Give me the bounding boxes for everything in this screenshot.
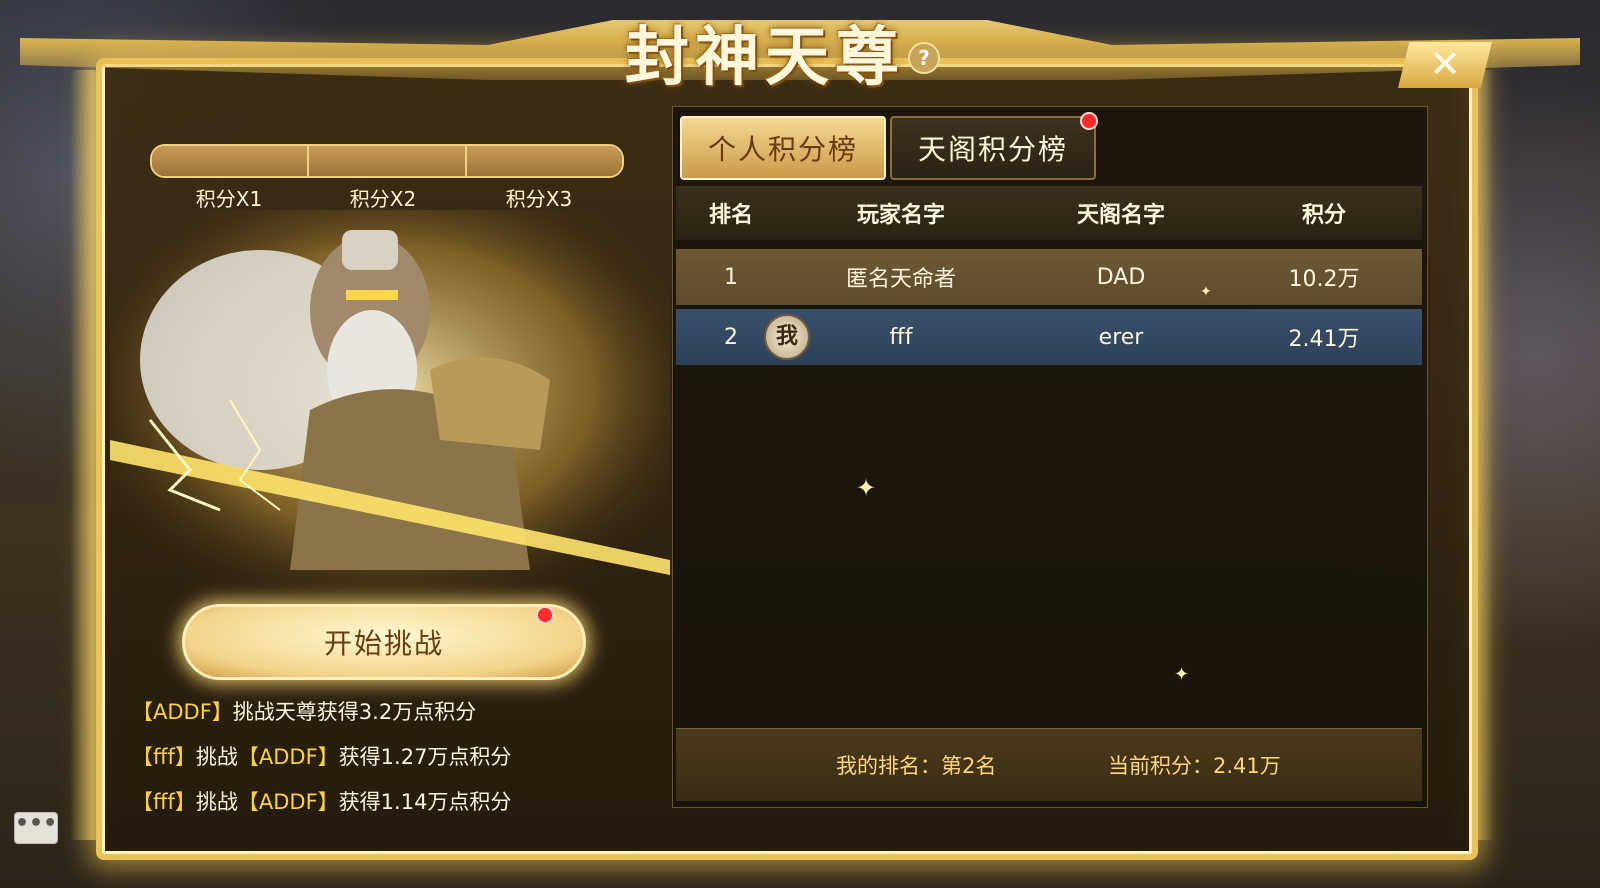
column-header: 天阁名字 bbox=[1076, 203, 1165, 228]
challenge-log-entry: 【ADDF】挑战天尊获得3.2万点积分 bbox=[132, 700, 477, 724]
current-score-text: 当前积分：2.41万 bbox=[1108, 754, 1281, 778]
player-name: ADDF bbox=[258, 745, 318, 769]
player-name-cell: 匿名天命者 bbox=[845, 267, 956, 292]
page-title: 封神天尊 bbox=[625, 20, 905, 95]
help-icon[interactable]: ? bbox=[908, 42, 940, 74]
progress-tick-label: 积分X3 bbox=[505, 187, 573, 211]
notification-dot bbox=[1080, 112, 1098, 130]
tab-personal-ranking[interactable]: 个人积分榜 bbox=[680, 116, 886, 180]
player-name: fff bbox=[153, 745, 175, 769]
self-badge-icon: 我 bbox=[764, 314, 810, 360]
player-name: fff bbox=[153, 790, 175, 814]
score-cell: 2.41万 bbox=[1288, 327, 1360, 352]
boss-character-illustration bbox=[110, 210, 670, 610]
progress-tick-label: 积分X1 bbox=[195, 187, 263, 211]
challenge-log-entry: 【fff】挑战【ADDF】获得1.14万点积分 bbox=[132, 790, 512, 814]
chat-bubble-icon[interactable]: ••• bbox=[14, 812, 58, 844]
notification-dot bbox=[536, 606, 554, 624]
table-row[interactable]: 1 匿名天命者 DAD 10.2万 bbox=[676, 249, 1422, 305]
column-header: 积分 bbox=[1301, 203, 1346, 228]
player-name-cell: fff bbox=[889, 324, 913, 350]
progress-segment-2 bbox=[309, 146, 467, 176]
player-name: ADDF bbox=[153, 700, 212, 724]
player-name: ADDF bbox=[258, 790, 318, 814]
score-multiplier-progress bbox=[150, 144, 624, 178]
close-icon[interactable]: ✕ bbox=[1425, 44, 1465, 84]
my-ranking-footer bbox=[676, 728, 1422, 801]
guild-name-cell: erer bbox=[1098, 324, 1144, 350]
progress-tick-label: 积分X2 bbox=[349, 187, 417, 211]
start-challenge-label: 开始挑战 bbox=[323, 627, 444, 660]
rank-cell: 1 bbox=[724, 264, 738, 290]
guild-name-cell: DAD bbox=[1096, 264, 1146, 290]
progress-segment-1 bbox=[152, 146, 310, 176]
my-rank-text: 我的排名：第2名 bbox=[836, 754, 997, 778]
table-header: 排名 玩家名字 天阁名字 积分 bbox=[676, 186, 1422, 240]
column-header: 玩家名字 bbox=[856, 203, 945, 228]
score-cell: 10.2万 bbox=[1288, 267, 1360, 292]
sparkle-icon: ✦ bbox=[1174, 664, 1190, 685]
progress-segment-3 bbox=[466, 146, 622, 176]
challenge-log-entry: 【fff】挑战【ADDF】获得1.27万点积分 bbox=[132, 745, 512, 769]
sparkle-icon: ✦ bbox=[856, 474, 877, 502]
start-challenge-button[interactable]: 开始挑战 bbox=[182, 604, 586, 680]
column-header: 排名 bbox=[708, 203, 753, 228]
tab-guild-ranking[interactable]: 天阁积分榜 bbox=[890, 116, 1096, 180]
sparkle-icon: ✦ bbox=[1200, 284, 1212, 300]
